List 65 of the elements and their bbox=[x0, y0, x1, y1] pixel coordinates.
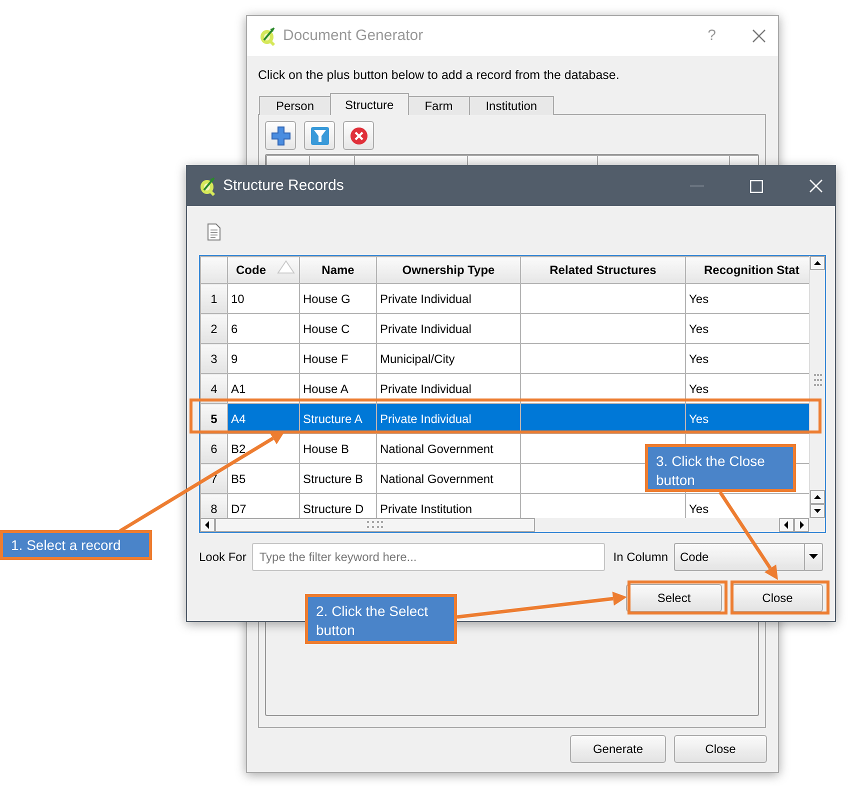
remove-button[interactable] bbox=[343, 121, 374, 150]
close-button[interactable]: Close bbox=[732, 584, 823, 612]
document-icon[interactable] bbox=[207, 223, 221, 241]
callout: 1. Select a record bbox=[0, 530, 152, 560]
tab[interactable]: Institution bbox=[468, 96, 554, 115]
table-cell: 9 bbox=[228, 344, 300, 374]
grip-icon bbox=[814, 374, 822, 386]
scroll-down-button[interactable] bbox=[810, 504, 825, 518]
column-header[interactable]: Code bbox=[228, 256, 300, 284]
table-cell: House B bbox=[300, 434, 376, 464]
vertical-scrollbar[interactable] bbox=[809, 256, 825, 518]
scroll-up-button[interactable] bbox=[810, 490, 825, 504]
maximize-icon[interactable] bbox=[750, 180, 763, 192]
scroll-thumb[interactable] bbox=[215, 518, 535, 532]
row-number[interactable]: 6 bbox=[200, 434, 228, 464]
scroll-right-button[interactable] bbox=[794, 518, 809, 532]
column-header[interactable]: Ownership Type bbox=[376, 256, 520, 284]
grip-icon bbox=[367, 521, 383, 529]
table-cell: B5 bbox=[228, 464, 300, 494]
horizontal-scrollbar[interactable] bbox=[200, 518, 825, 532]
column-dropdown[interactable]: Code bbox=[674, 543, 823, 571]
row-number[interactable]: 3 bbox=[200, 344, 228, 374]
table-cell: Private Individual bbox=[376, 284, 520, 314]
table-cell: House C bbox=[300, 314, 376, 344]
column-header[interactable]: Related Structures bbox=[520, 256, 686, 284]
row-number[interactable]: 8 bbox=[200, 494, 228, 518]
plus-icon bbox=[270, 126, 290, 146]
table-cell: Private Individual bbox=[376, 314, 520, 344]
table-cell: National Government bbox=[376, 464, 520, 494]
window-title: Structure Records bbox=[223, 176, 345, 196]
filter-button[interactable] bbox=[304, 121, 335, 150]
callout: 2. Click the Select button bbox=[305, 594, 457, 644]
table-cell: National Government bbox=[376, 434, 520, 464]
instruction-text: Click on the plus button below to add a record from the database. bbox=[258, 67, 620, 84]
callout: 3. Click the Close button bbox=[645, 444, 796, 492]
table-cell: Structure B bbox=[300, 464, 376, 494]
table-cell: House F bbox=[300, 344, 376, 374]
tab[interactable]: Structure bbox=[330, 93, 409, 115]
close-button[interactable]: Close bbox=[674, 735, 767, 763]
filter-icon bbox=[310, 126, 330, 146]
table-cell: House G bbox=[300, 284, 376, 314]
scroll-left-button[interactable] bbox=[779, 518, 794, 532]
remove-icon bbox=[348, 126, 368, 146]
caret-icon bbox=[809, 554, 818, 560]
app-icon bbox=[259, 26, 277, 46]
generate-button[interactable]: Generate bbox=[570, 735, 666, 763]
scroll-left-button[interactable] bbox=[200, 518, 215, 532]
scroll-up-button[interactable] bbox=[810, 256, 825, 270]
field-label: In Column bbox=[613, 549, 668, 566]
row-number[interactable]: 2 bbox=[200, 314, 228, 344]
table-cell: 6 bbox=[228, 314, 300, 344]
row-number[interactable]: 1 bbox=[200, 284, 228, 314]
tab[interactable]: Person bbox=[259, 96, 332, 115]
close-icon[interactable] bbox=[752, 29, 766, 43]
field-label: Look For bbox=[199, 549, 246, 566]
add-button[interactable] bbox=[265, 121, 296, 150]
column-header[interactable]: Recognition Stat bbox=[686, 256, 809, 284]
window-title: Document Generator bbox=[283, 26, 424, 46]
search-field[interactable]: Type the filter keyword here... bbox=[252, 543, 606, 571]
tab[interactable]: Farm bbox=[408, 96, 470, 115]
app-icon bbox=[199, 176, 217, 196]
table-cell: Municipal/City bbox=[376, 344, 520, 374]
table-cell: 10 bbox=[228, 284, 300, 314]
select-button[interactable]: Select bbox=[626, 584, 722, 612]
column-header[interactable]: Name bbox=[300, 256, 376, 284]
